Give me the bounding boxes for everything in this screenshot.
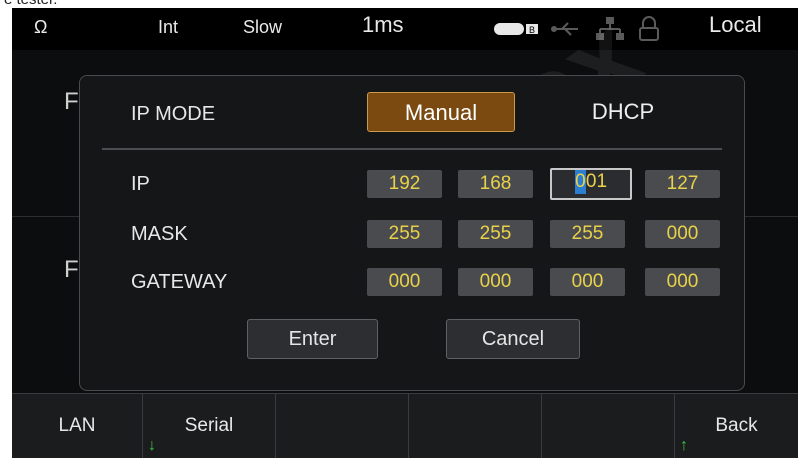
arrow-down-icon: ↓ (148, 437, 156, 454)
softkey-empty-5[interactable] (542, 394, 675, 458)
softkey-empty-3[interactable] (276, 394, 409, 458)
softkey-serial-label: Serial (184, 415, 234, 436)
mask-octet-4[interactable]: 000 (645, 220, 720, 248)
ip-octet-2[interactable]: 168 (458, 170, 533, 198)
ip-label: IP (131, 173, 150, 195)
gateway-octet-4[interactable]: 000 (645, 268, 720, 296)
ip-octet-1[interactable]: 192 (367, 170, 442, 198)
gateway-octet-3[interactable]: 000 (550, 268, 625, 296)
lock-icon (639, 16, 659, 41)
resistance-unit: Ω (34, 17, 48, 37)
gateway-label: GATEWAY (131, 271, 228, 293)
separator (102, 148, 722, 150)
cancel-button[interactable]: Cancel (446, 319, 580, 359)
ip-octet-4[interactable]: 127 (645, 170, 720, 198)
usb-icon (551, 22, 578, 36)
battery-icon: B (494, 23, 538, 35)
svg-text:B: B (529, 25, 535, 35)
softkey-bar: LAN ↓ Serial ↑ Back (12, 393, 798, 458)
time-value: 1ms (362, 12, 404, 37)
softkey-back[interactable]: ↑ Back (675, 394, 798, 458)
softkey-empty-4[interactable] (409, 394, 542, 458)
softkey-serial[interactable]: ↓ Serial (143, 394, 276, 458)
ip-octet-3[interactable]: 001 (550, 168, 632, 200)
gateway-octet-1[interactable]: 000 (367, 268, 442, 296)
dhcp-button[interactable]: DHCP (578, 92, 668, 132)
lan-settings-dialog: IP MODE Manual DHCP IP 192 168 001 127 M… (79, 75, 745, 391)
network-icon (596, 17, 624, 40)
integration-mode: Int (158, 17, 179, 37)
caption-text: e tester. (0, 0, 130, 8)
gateway-octet-2[interactable]: 000 (458, 268, 533, 296)
ip-octet-3-rest: 01 (585, 171, 608, 192)
mask-octet-1[interactable]: 255 (367, 220, 442, 248)
status-bar: Ω Int Slow 1ms B Local (12, 8, 798, 50)
bg-label-2: F (64, 256, 79, 283)
text-cursor: 0 (574, 170, 586, 194)
softkey-back-label: Back (715, 415, 758, 436)
mask-label: MASK (131, 223, 188, 245)
softkey-lan-label: LAN (58, 415, 96, 436)
arrow-up-icon: ↑ (680, 437, 688, 454)
bg-label-1: F (64, 88, 79, 115)
manual-button[interactable]: Manual (367, 92, 515, 132)
softkey-lan[interactable]: LAN (12, 394, 143, 458)
enter-button[interactable]: Enter (247, 319, 378, 359)
mask-octet-3[interactable]: 255 (550, 220, 625, 248)
mask-octet-2[interactable]: 255 (458, 220, 533, 248)
control-mode: Local (709, 12, 762, 37)
speed-mode: Slow (243, 17, 283, 37)
instrument-screen: Ω Int Slow 1ms B Local F F IP MODE Manua… (12, 8, 798, 458)
ip-mode-label: IP MODE (131, 103, 216, 125)
